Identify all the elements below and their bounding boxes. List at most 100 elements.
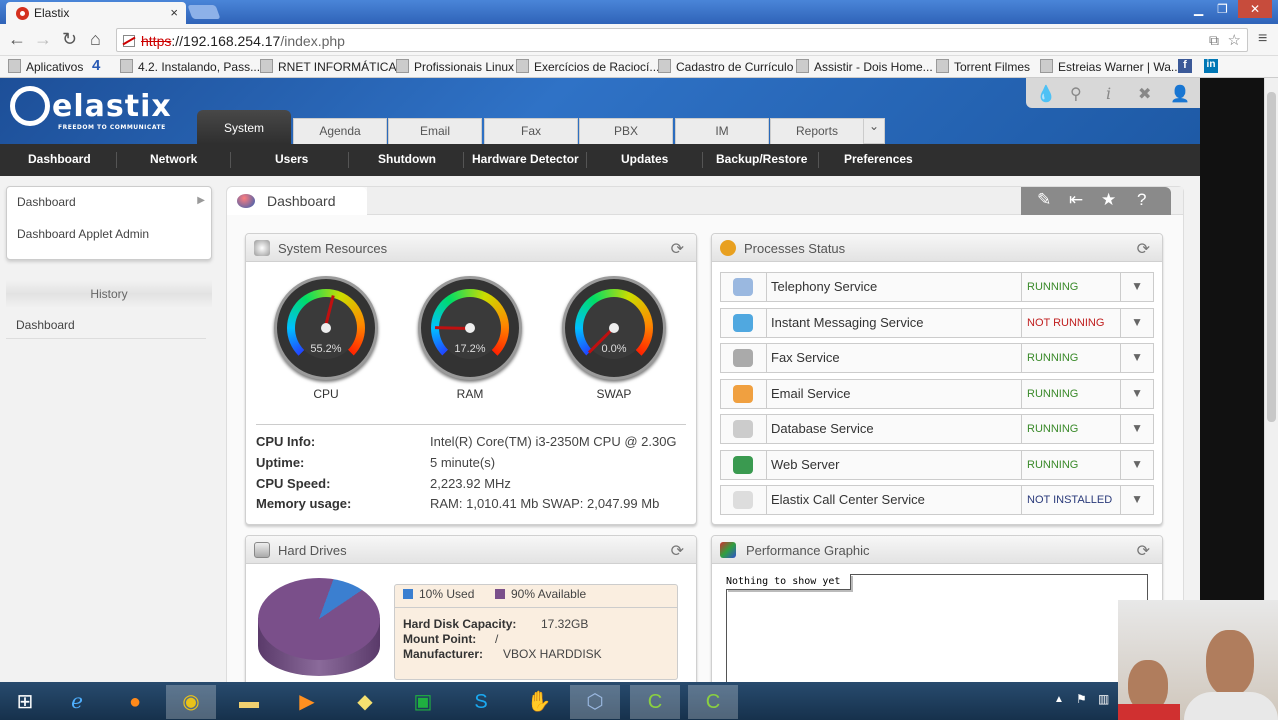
tab-pbx[interactable]: PBX: [579, 118, 673, 144]
tab-reports[interactable]: Reports: [770, 118, 864, 144]
back-arrow-icon[interactable]: ←: [8, 30, 26, 48]
tab-im[interactable]: IM: [675, 118, 769, 144]
folder-icon[interactable]: ◆: [340, 685, 390, 719]
theme-drop-icon[interactable]: 💧: [1036, 84, 1056, 104]
scrollbar-thumb[interactable]: [1267, 92, 1276, 422]
search-icon[interactable]: ⚲: [1070, 84, 1082, 104]
bookmark-item[interactable]: Aplicativos: [8, 59, 83, 74]
bookmark-item[interactable]: Assistir - Dois Home...: [796, 59, 933, 74]
close-window-icon[interactable]: ✕: [1238, 0, 1272, 18]
process-status: RUNNING: [1021, 344, 1121, 372]
process-actions-chevron-down-icon[interactable]: ▼: [1131, 350, 1143, 364]
new-tab-button[interactable]: [187, 5, 221, 19]
dashboard-actions: ✎ ⇤ ★ ?: [1021, 187, 1171, 215]
windows-start-icon[interactable]: ⊞: [0, 685, 50, 719]
tab-agenda[interactable]: Agenda: [293, 118, 387, 144]
tray-flag-icon[interactable]: ⚑: [1076, 692, 1087, 706]
virtualbox-icon[interactable]: ⬡: [570, 685, 620, 719]
url-path: /index.php: [280, 33, 345, 49]
left-menu-item-dashboard[interactable]: Dashboard: [17, 195, 76, 209]
chart-icon: [720, 542, 736, 558]
chrome-menu-icon[interactable]: ≡: [1258, 30, 1267, 48]
user-icon[interactable]: 👤: [1170, 84, 1190, 104]
subnav-hardware-detector[interactable]: Hardware Detector: [472, 152, 579, 166]
system-resources-icon: [254, 240, 270, 256]
subnav-network[interactable]: Network: [150, 152, 197, 166]
process-actions-chevron-down-icon[interactable]: ▼: [1131, 421, 1143, 435]
tab-close-icon[interactable]: ×: [170, 5, 178, 20]
bookmark-item[interactable]: Cadastro de Currículo: [658, 59, 793, 74]
file-explorer-icon[interactable]: ▬: [224, 685, 274, 719]
history-item-dashboard[interactable]: Dashboard: [16, 318, 75, 332]
memory-usage-value: RAM: 1,010.41 Mb SWAP: 2,047.99 Mb: [430, 496, 660, 511]
bookmark-item[interactable]: Estreias Warner | Wa...: [1040, 59, 1181, 74]
tray-network-icon[interactable]: ▥: [1098, 692, 1109, 706]
help-icon[interactable]: ?: [1137, 190, 1146, 210]
forward-arrow-icon[interactable]: →: [34, 30, 52, 48]
subnav-backup-restore[interactable]: Backup/Restore: [716, 152, 807, 166]
refresh-icon[interactable]: ⟳: [1137, 541, 1150, 561]
bookmark-item[interactable]: RNET INFORMÁTICA: [260, 59, 396, 74]
process-actions-chevron-down-icon[interactable]: ▼: [1131, 492, 1143, 506]
refresh-icon[interactable]: ⟳: [1137, 239, 1150, 259]
firefox-icon[interactable]: ●: [110, 685, 160, 719]
minimize-icon[interactable]: ▁: [1194, 2, 1203, 16]
app-hand-icon[interactable]: ✋: [514, 685, 564, 719]
subnav-updates[interactable]: Updates: [621, 152, 668, 166]
process-name: Web Server: [771, 456, 840, 472]
process-actions-chevron-down-icon[interactable]: ▼: [1131, 386, 1143, 400]
process-actions-chevron-down-icon[interactable]: ▼: [1131, 279, 1143, 293]
favorite-star-icon[interactable]: ★: [1101, 190, 1116, 210]
facebook-icon[interactable]: f: [1178, 59, 1192, 73]
browser-toolbar: ← → ↻ ⌂ https://192.168.254.17/index.php…: [0, 24, 1278, 56]
tools-icon[interactable]: ✖: [1138, 84, 1151, 104]
collapse-icon[interactable]: ⇤: [1069, 190, 1083, 210]
processes-status-panel: Processes Status ⟳ Telephony Service RUNN…: [711, 233, 1163, 525]
chrome-icon[interactable]: ◉: [166, 685, 216, 719]
store-icon[interactable]: ▣: [398, 685, 448, 719]
subnav-shutdown[interactable]: Shutdown: [378, 152, 436, 166]
process-actions-chevron-down-icon[interactable]: ▼: [1131, 315, 1143, 329]
more-tabs-chevron-down-icon[interactable]: ⌄: [863, 118, 885, 144]
skype-icon[interactable]: S: [456, 685, 506, 719]
media-player-icon[interactable]: ▶: [282, 685, 332, 719]
home-icon[interactable]: ⌂: [90, 30, 101, 48]
headset-icon: [733, 491, 753, 509]
subnav-dashboard[interactable]: Dashboard: [28, 152, 91, 166]
subnav-preferences[interactable]: Preferences: [844, 152, 913, 166]
bookmark-item[interactable]: 4.2. Instalando, Pass...: [120, 59, 260, 74]
reload-icon[interactable]: ↻: [62, 30, 77, 48]
edit-icon[interactable]: ✎: [1037, 190, 1051, 210]
internet-explorer-icon[interactable]: ℯ: [52, 685, 102, 719]
left-menu-item-applet-admin[interactable]: Dashboard Applet Admin: [17, 227, 149, 241]
elastix-logo[interactable]: elastix FREEDOM TO COMMUNICATE: [10, 86, 172, 131]
browser-tab[interactable]: Elastix ×: [6, 2, 186, 24]
tab-fax[interactable]: Fax: [484, 118, 578, 144]
dashboard-tab[interactable]: Dashboard: [227, 187, 367, 215]
address-bar[interactable]: https://192.168.254.17/index.php ⧉ ☆: [116, 28, 1248, 52]
info-icon[interactable]: i: [1106, 84, 1111, 103]
process-row: Web Server RUNNING ▼: [720, 449, 1154, 480]
camtasia-icon[interactable]: C: [630, 685, 680, 719]
translate-icon[interactable]: ⧉: [1209, 32, 1219, 49]
subnav-users[interactable]: Users: [275, 152, 308, 166]
camtasia-recorder-icon[interactable]: C: [688, 685, 738, 719]
tab-system[interactable]: System: [197, 110, 291, 144]
maximize-icon[interactable]: ❐: [1217, 2, 1228, 16]
bookmark-item[interactable]: Profissionais Linux: [396, 59, 514, 74]
bookmark-logo-icon[interactable]: 4: [92, 57, 100, 74]
cpu-speed-value: 2,223.92 MHz: [430, 476, 511, 491]
tray-expand-icon[interactable]: ▲: [1054, 694, 1064, 705]
tab-email[interactable]: Email: [388, 118, 482, 144]
refresh-icon[interactable]: ⟳: [671, 541, 684, 561]
bookmark-star-icon[interactable]: ☆: [1228, 31, 1241, 49]
cpu-gauge-value: 55.2%: [310, 343, 342, 355]
bookmark-item[interactable]: Torrent Filmes: [936, 59, 1030, 74]
processes-status-header: Processes Status ⟳: [712, 234, 1162, 262]
process-actions-chevron-down-icon[interactable]: ▼: [1131, 457, 1143, 471]
broken-lock-icon: [123, 35, 135, 47]
linkedin-icon[interactable]: in: [1204, 59, 1218, 73]
refresh-icon[interactable]: ⟳: [671, 239, 684, 259]
bookmark-item[interactable]: Exercícios de Raciocí...: [516, 59, 659, 74]
vertical-scrollbar[interactable]: [1264, 78, 1278, 682]
